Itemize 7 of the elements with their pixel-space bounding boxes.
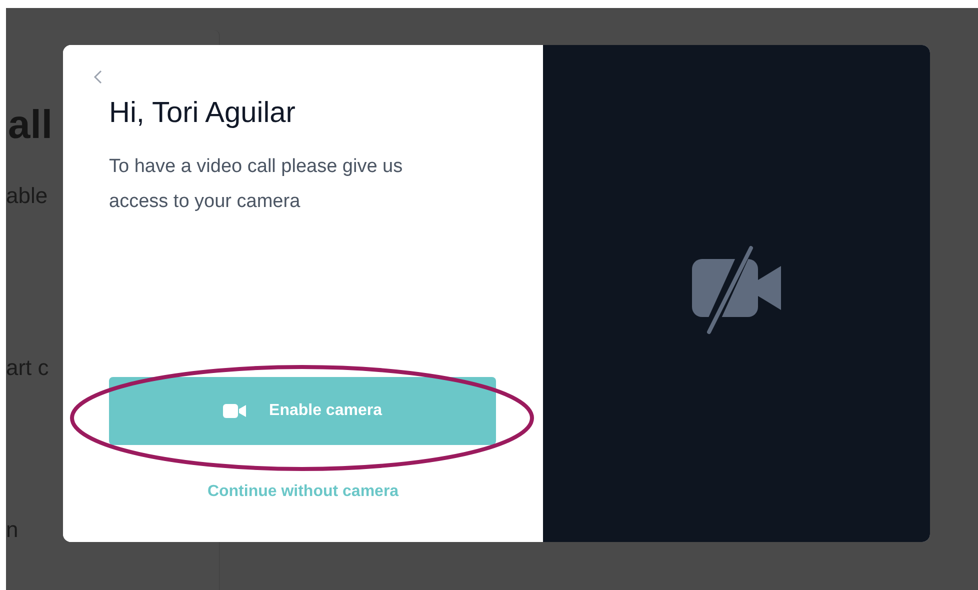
- camera-off-icon: [690, 244, 784, 336]
- modal-message: To have a video call please give us access to your camera: [109, 155, 404, 214]
- continue-link[interactable]: Continue without camera: [207, 480, 399, 504]
- enable-camera-button[interactable]: Enable camera: [109, 377, 496, 445]
- modal-title: Hi, Tori Aguilar: [109, 96, 296, 131]
- video-camera-icon: [223, 403, 248, 419]
- back-chevron-icon[interactable]: [93, 69, 103, 85]
